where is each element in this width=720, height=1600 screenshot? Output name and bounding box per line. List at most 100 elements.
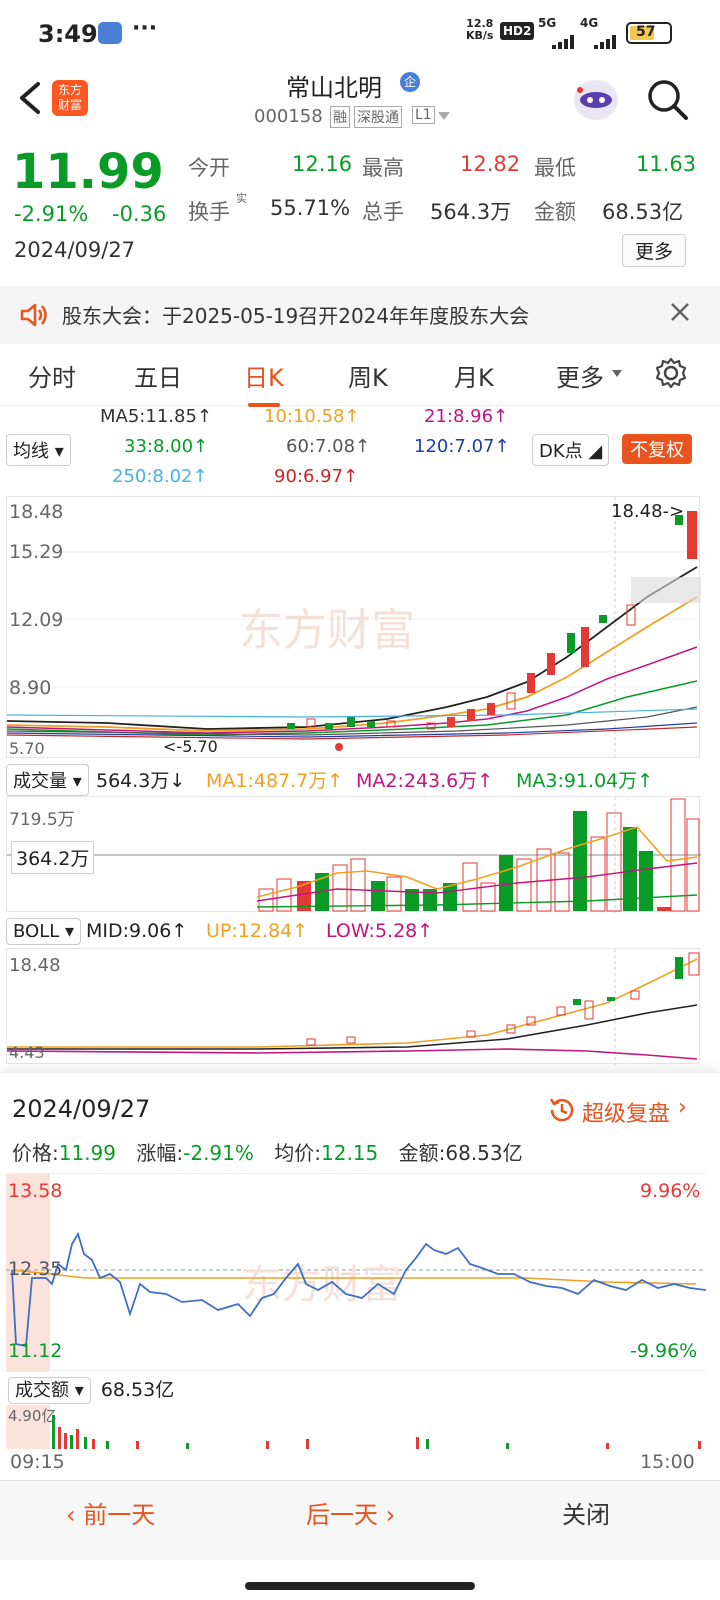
previous-day-button[interactable]: ‹ 前一天	[66, 1495, 155, 1530]
dk-point-selector[interactable]: DK点 ◢	[532, 434, 610, 466]
boll-chart[interactable]: 18.48 4.43	[6, 948, 700, 1065]
signal-4g-icon	[580, 30, 616, 49]
adjust-type-button[interactable]: 不复权	[622, 434, 692, 464]
volume-selector[interactable]: 成交量 ▾	[6, 764, 89, 796]
signal-5g-label: 5G	[538, 16, 557, 30]
ma-type-selector[interactable]: 均线 ▾	[6, 434, 71, 466]
back-arrow-icon[interactable]	[12, 78, 48, 118]
tab-more-caret-icon[interactable]	[612, 370, 622, 377]
volume-ma3-text: MA3:91.04万	[516, 770, 638, 792]
stock-code: 000158	[254, 106, 323, 127]
volume-chart[interactable]: 719.5万 364.2万	[6, 796, 701, 913]
kline-low-marker: <-5.70	[163, 737, 218, 756]
settings-gear-icon[interactable]	[654, 356, 688, 390]
amount-label: 金额	[534, 200, 576, 224]
battery-level: 57	[636, 24, 656, 40]
replay-amt: 68.53亿	[445, 1141, 523, 1165]
change-amount: -0.36	[112, 202, 167, 226]
ma5-text: MA5:11.85	[100, 406, 197, 427]
shenzhen-connect-tag: 深股通	[354, 106, 402, 128]
ma60-text: 60:7.08	[286, 436, 356, 457]
change-percent: -2.91%	[14, 202, 89, 226]
next-day-label: 后一天	[306, 1501, 378, 1529]
volume-ma3: MA3:91.04万↑	[516, 770, 654, 792]
turnover-value: 55.71%	[270, 196, 351, 220]
kline-y-label-2: 15.29	[9, 541, 64, 563]
close-icon[interactable]	[668, 300, 692, 324]
more-notifications-icon: ···	[132, 16, 158, 41]
replay-chg-label: 涨幅:	[136, 1141, 184, 1165]
tab-intraday[interactable]: 分时	[28, 358, 76, 393]
logo-text-top: 东方	[57, 83, 82, 97]
net-speed: 12.8 KB/s	[466, 18, 493, 42]
caret-down-icon[interactable]	[438, 112, 450, 120]
high-label: 最高	[362, 156, 404, 180]
tab-more[interactable]: 更多	[556, 358, 604, 393]
volume-total: 564.3万↓	[96, 770, 186, 792]
ma120-text: 120:7.07	[414, 436, 495, 457]
watermark-text: 东方财富	[239, 605, 415, 656]
chevron-left-icon: ‹	[66, 1501, 76, 1529]
ma21-value: 21:8.96↑	[424, 406, 509, 427]
volume-crosshair-value: 364.2万	[11, 841, 95, 874]
dk-label: DK点	[539, 441, 583, 462]
battery-icon: 57	[626, 22, 672, 44]
super-replay-label: 超级复盘	[582, 1102, 671, 1127]
kline-chart[interactable]: 东方财富 18.48 15.29 12.09 8.90 5.70 18.48->…	[6, 496, 701, 759]
open-label: 今开	[188, 156, 230, 180]
tab-weekly-k[interactable]: 周K	[348, 358, 388, 393]
robot-assistant-icon[interactable]	[572, 74, 620, 124]
boll-low-text: LOW:5.28	[326, 920, 418, 942]
signal-5g-icon	[538, 30, 574, 49]
kline-svg: 东方财富	[7, 497, 701, 759]
replay-avg-label: 均价:	[274, 1141, 321, 1165]
more-button[interactable]: 更多	[622, 234, 687, 267]
replay-date: 2024/09/27	[12, 1095, 151, 1123]
chevron-right-icon: ›	[385, 1501, 396, 1529]
amount-value: 68.53亿	[602, 200, 684, 224]
low-marker-text: 5.70	[182, 737, 218, 756]
boll-y-top: 18.48	[9, 955, 61, 976]
boll-svg	[7, 949, 700, 1065]
net-speed-unit: KB/s	[466, 29, 494, 42]
ma250-text: 250:8.02	[112, 466, 193, 487]
replay-navigation: ‹ 前一天 后一天 › 关闭	[0, 1480, 720, 1560]
boll-legend: BOLL ▾ MID:9.06↑ UP:12.84↑ LOW:5.28↑	[0, 914, 720, 948]
eastmoney-logo[interactable]: 东方 财富	[52, 80, 88, 116]
announcement-text: 股东大会：于2025-05-19召开2024年年度股东大会	[62, 304, 530, 328]
home-indicator[interactable]	[245, 1582, 475, 1590]
next-day-button[interactable]: 后一天 ›	[306, 1495, 395, 1530]
ma21-text: 21:8.96	[424, 406, 494, 427]
boll-selector[interactable]: BOLL ▾	[6, 918, 82, 945]
volume-legend: 成交量 ▾ 564.3万↓ MA1:487.7万↑ MA2:243.6万↑ MA…	[0, 760, 720, 796]
open-value: 12.16	[292, 152, 353, 176]
amount-svg	[52, 1415, 701, 1449]
ma90-value: 90:6.97↑	[274, 466, 359, 487]
replay-chg: -2.91%	[183, 1141, 254, 1165]
volume-total-text: 564.3万	[96, 770, 170, 792]
intraday-chart[interactable]: 东方财富 13.58 12.35 11.12 9.96% -9.96%	[6, 1173, 706, 1372]
speaker-icon	[18, 300, 48, 330]
volume-y-top: 719.5万	[9, 810, 75, 830]
close-button[interactable]: 关闭	[562, 1495, 610, 1530]
search-icon[interactable]	[644, 76, 690, 122]
boll-y-bottom: 4.43	[9, 1043, 45, 1062]
announcement-bar[interactable]: 股东大会：于2025-05-19召开2024年年度股东大会	[0, 286, 720, 344]
high-marker-text: 18.48	[611, 501, 663, 522]
tab-five-day[interactable]: 五日	[134, 358, 182, 393]
status-bar: 3:49 ··· 12.8 KB/s HD2 5G 4G 57	[0, 0, 720, 66]
period-tabs: 分时 五日 日K 周K 月K 更多	[0, 346, 720, 407]
boll-low: LOW:5.28↑	[326, 920, 434, 942]
boll-up-text: UP:12.84	[206, 920, 293, 942]
tab-monthly-k[interactable]: 月K	[454, 358, 494, 393]
tab-daily-k[interactable]: 日K	[244, 358, 284, 407]
intraday-svg: 东方财富	[6, 1231, 706, 1348]
turnover-sup: 实	[236, 192, 247, 205]
amount-selector[interactable]: 成交额 ▾	[8, 1377, 91, 1404]
replay-panel: 2024/09/27 超级复盘 › 价格:11.99 涨幅:-2.91% 均价:…	[0, 1072, 720, 1480]
margin-tag: 融	[330, 106, 350, 128]
intraday-amount-chart[interactable]: 4.90亿	[6, 1405, 706, 1449]
chevron-right-icon: ›	[678, 1095, 687, 1120]
low-value: 11.63	[636, 152, 697, 176]
kline-y-label-4: 8.90	[9, 677, 52, 699]
